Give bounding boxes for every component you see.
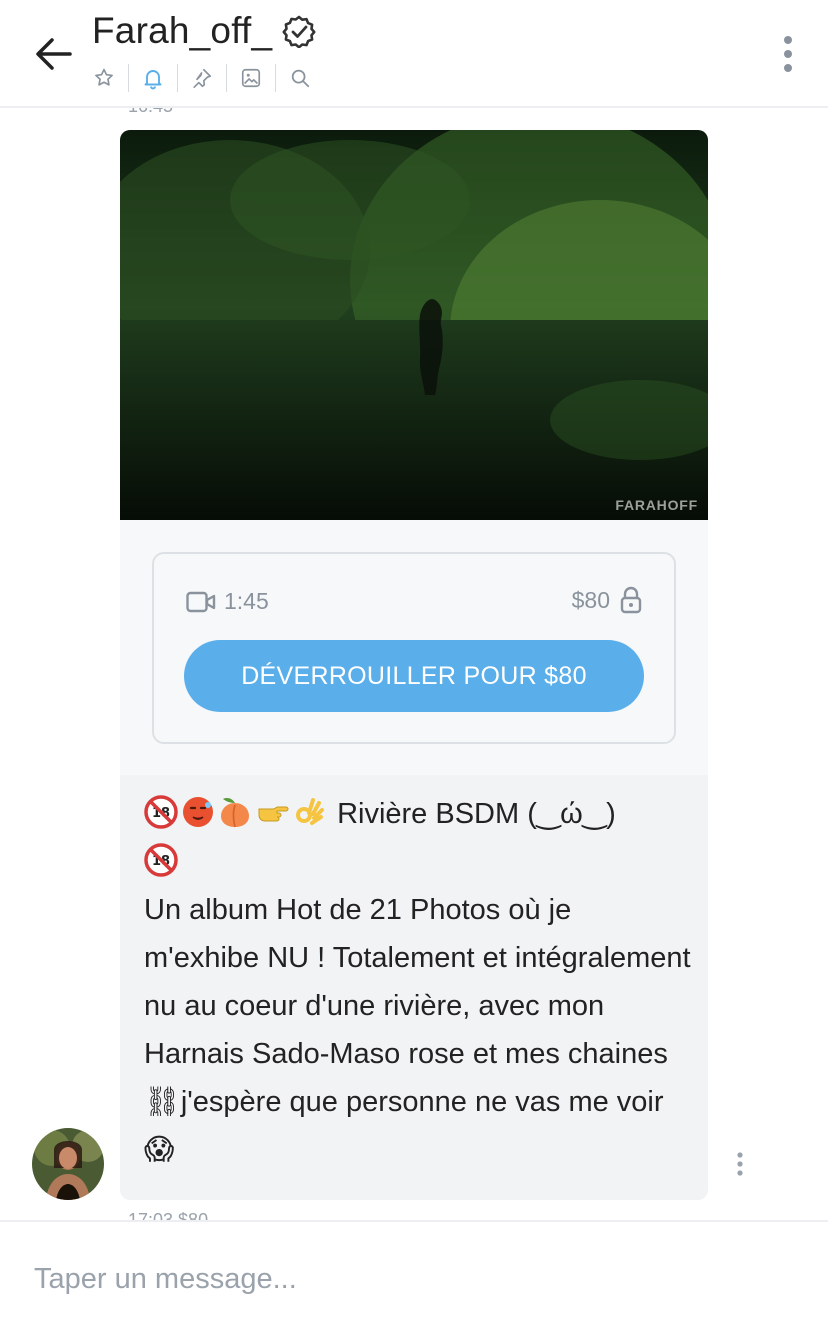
- star-icon[interactable]: [92, 66, 116, 90]
- no-under-18-emoji: 18: [144, 843, 178, 877]
- price-row: $80: [572, 586, 642, 614]
- message-input[interactable]: [32, 1258, 796, 1300]
- back-arrow-icon[interactable]: [30, 30, 78, 78]
- chat-title[interactable]: Farah_off_: [92, 10, 272, 52]
- post-price: $80: [571, 586, 610, 613]
- peach-emoji: [218, 795, 252, 829]
- toolbar-divider: [226, 64, 227, 92]
- post-caption: 18 Rivière BSDM (‿ώ‿) 18 Un album Hot de…: [144, 790, 692, 1174]
- ok-hand-emoji: [292, 795, 326, 829]
- chat-toolbar: [92, 64, 312, 92]
- toolbar-divider: [275, 64, 276, 92]
- locked-content-area: 1:45 $80 DÉVERROUILLER POUR $80: [120, 520, 708, 775]
- toolbar-divider: [177, 64, 178, 92]
- search-icon[interactable]: [288, 66, 312, 90]
- toolbar-divider: [128, 64, 129, 92]
- no-under-18-emoji: 18: [144, 795, 178, 829]
- video-camera-icon: [186, 591, 216, 612]
- title-row: Farah_off_: [92, 10, 316, 52]
- bell-icon[interactable]: [141, 66, 165, 90]
- caption-body: Un album Hot de 21 Photos où je m'exhibe…: [144, 894, 691, 1166]
- video-duration-row: 1:45: [186, 588, 269, 615]
- image-watermark: FARAHOFF: [615, 497, 698, 513]
- chat-header: Farah_off_: [0, 0, 828, 108]
- paid-media-post: FARAHOFF 1:45 $80 DÉVERROUILLER POUR $80: [120, 130, 708, 1200]
- locked-content-card: 1:45 $80 DÉVERROUILLER POUR $80: [152, 552, 676, 744]
- caption-title-text: Rivière BSDM (‿ώ‿): [337, 798, 616, 830]
- more-options-icon[interactable]: [782, 34, 794, 74]
- caption-emojis: 18: [144, 795, 337, 830]
- image-icon[interactable]: [239, 66, 263, 90]
- caption-title: 18 Rivière BSDM (‿ώ‿) 18: [144, 790, 692, 886]
- message-options-icon[interactable]: [736, 1152, 744, 1176]
- message-composer: [0, 1220, 828, 1337]
- video-duration: 1:45: [224, 588, 269, 614]
- pointing-right-emoji: [255, 795, 289, 829]
- hot-face-emoji: [181, 795, 215, 829]
- post-preview-image[interactable]: [120, 130, 708, 520]
- pin-icon[interactable]: [190, 66, 214, 90]
- sender-avatar[interactable]: [32, 1128, 104, 1200]
- verified-badge-icon: [282, 15, 316, 48]
- unlock-button[interactable]: DÉVERROUILLER POUR $80: [184, 640, 644, 712]
- lock-icon: [620, 586, 642, 614]
